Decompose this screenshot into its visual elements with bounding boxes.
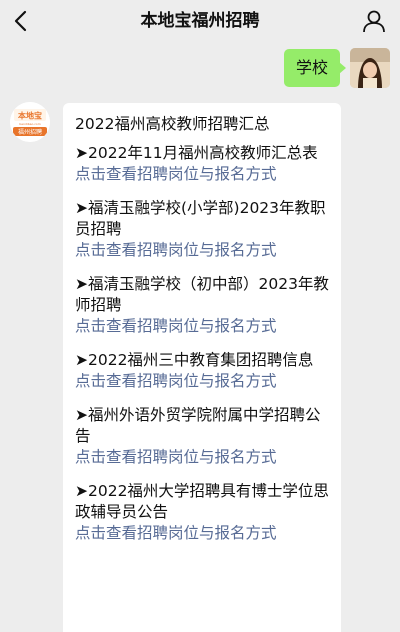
svg-text:bendibao.com: bendibao.com [19,122,40,126]
item-text: ➤2022福州大学招聘具有博士学位思政辅导员公告 [75,482,329,521]
my-message-bubble[interactable]: 学校 [283,49,347,87]
avatar-photo [350,48,390,88]
list-item: ➤2022福州大学招聘具有博士学位思政辅导员公告 点击查看招聘岗位与报名方式 [75,481,329,544]
item-link[interactable]: 点击查看招聘岗位与报名方式 [75,164,329,185]
my-message-row: 学校 [283,46,390,90]
item-text: ➤2022福州三中教育集团招聘信息 [75,351,314,369]
item-text: ➤福州外语外贸学院附属中学招聘公告 [75,406,321,445]
profile-button[interactable] [362,9,386,33]
svg-text:福州招聘: 福州招聘 [18,128,42,136]
page-title: 本地宝福州招聘 [140,11,260,31]
list-item: ➤福清玉融学校(小学部)2023年教职员招聘 点击查看招聘岗位与报名方式 [75,198,329,261]
item-link[interactable]: 点击查看招聘岗位与报名方式 [75,240,329,261]
card-title: 2022福州高校教师招聘汇总 [75,115,270,133]
list-item: ➤福州外语外贸学院附属中学招聘公告 点击查看招聘岗位与报名方式 [75,405,329,468]
my-avatar[interactable] [350,48,390,88]
item-link[interactable]: 点击查看招聘岗位与报名方式 [75,523,329,544]
item-link[interactable]: 点击查看招聘岗位与报名方式 [75,316,329,337]
item-link[interactable]: 点击查看招聘岗位与报名方式 [75,447,329,468]
nav-bar: 本地宝福州招聘 [0,0,400,42]
item-link[interactable]: 点击查看招聘岗位与报名方式 [75,371,329,392]
item-text: ➤福清玉融学校（初中部）2023年教师招聘 [75,275,329,314]
item-text: ➤福清玉融学校(小学部)2023年教职员招聘 [75,199,326,238]
list-item: ➤2022年11月福州高校教师汇总表 点击查看招聘岗位与报名方式 [75,143,329,185]
user-icon [363,10,385,33]
bot-avatar[interactable]: 本地宝 bendibao.com 福州招聘 [10,102,50,142]
bendibao-logo: 本地宝 bendibao.com 福州招聘 [10,102,50,142]
svg-text:本地宝: 本地宝 [17,111,42,121]
list-item: ➤福清玉融学校（初中部）2023年教师招聘 点击查看招聘岗位与报名方式 [75,274,329,337]
item-text: ➤2022年11月福州高校教师汇总表 [75,144,318,162]
article-card: 2022福州高校教师招聘汇总 ➤2022年11月福州高校教师汇总表 点击查看招聘… [63,103,341,632]
list-item: ➤2022福州三中教育集团招聘信息 点击查看招聘岗位与报名方式 [75,350,329,392]
